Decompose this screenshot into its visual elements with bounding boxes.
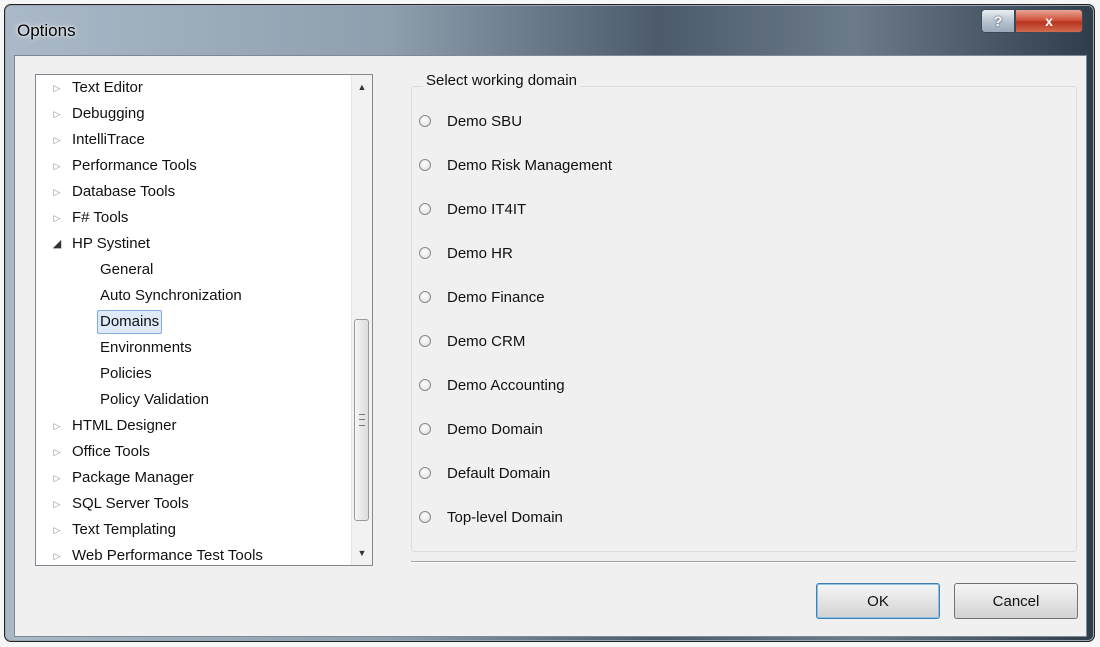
expand-arrow-icon[interactable]: ▷ xyxy=(51,179,63,205)
tree-item-label: HTML Designer xyxy=(72,417,177,434)
ok-label: OK xyxy=(867,592,889,610)
tree-item-label: Web Performance Test Tools xyxy=(72,547,263,564)
cancel-button[interactable]: Cancel xyxy=(954,583,1078,619)
domain-option-label: Top-level Domain xyxy=(447,508,563,526)
radio-button[interactable] xyxy=(419,159,431,171)
title-bar[interactable]: Options ? x xyxy=(5,5,1094,55)
expand-arrow-icon[interactable]: ▷ xyxy=(51,153,63,179)
domain-option-label: Default Domain xyxy=(447,464,551,482)
scroll-up-button[interactable]: ▲ xyxy=(352,77,372,97)
collapse-arrow-icon[interactable]: ◢ xyxy=(51,231,63,257)
tree-item-label: Environments xyxy=(100,339,192,356)
tree-item-label: Database Tools xyxy=(72,183,176,200)
tree-item-label: HP Systinet xyxy=(72,235,151,252)
domain-option-label: Demo IT4IT xyxy=(447,200,527,218)
scroll-down-button[interactable]: ▼ xyxy=(352,543,372,563)
tree-item-label: Policy Validation xyxy=(100,391,209,408)
expand-arrow-icon[interactable]: ▷ xyxy=(51,517,63,543)
domain-option[interactable]: Demo HR xyxy=(419,240,513,266)
radio-button[interactable] xyxy=(419,335,431,347)
radio-button[interactable] xyxy=(419,379,431,391)
expand-arrow-icon[interactable]: ▷ xyxy=(51,491,63,517)
expand-arrow-icon[interactable]: ▷ xyxy=(51,127,63,153)
radio-button[interactable] xyxy=(419,423,431,435)
tree-item-label: Debugging xyxy=(72,105,145,122)
options-tree[interactable]: ▷ Text Editor ▷ Debugging ▷ IntelliTrace ▷ Perf… xyxy=(35,74,373,566)
domain-option[interactable]: Demo Accounting xyxy=(419,372,565,398)
radio-button[interactable] xyxy=(419,115,431,127)
tree-item-label: IntelliTrace xyxy=(72,131,145,148)
tree-item-label: Domains xyxy=(97,310,163,334)
dialog-body: ▷ Text Editor ▷ Debugging ▷ IntelliTrace ▷ Perf… xyxy=(14,55,1087,637)
domain-option[interactable]: Demo SBU xyxy=(419,108,522,134)
expand-arrow-icon[interactable]: ▷ xyxy=(51,75,63,101)
close-icon: x xyxy=(1045,13,1053,29)
domain-option-label: Demo CRM xyxy=(447,332,526,350)
domain-option-label: Demo Finance xyxy=(447,288,545,306)
domain-option[interactable]: Demo CRM xyxy=(419,328,525,354)
tree-item-label: Office Tools xyxy=(72,443,150,460)
tree-item-label: Auto Synchronization xyxy=(100,287,242,304)
separator xyxy=(411,561,1076,563)
close-button[interactable]: x xyxy=(1015,9,1083,33)
expand-arrow-icon[interactable]: ▷ xyxy=(51,101,63,127)
domain-option-label: Demo SBU xyxy=(447,112,523,130)
domain-option-label: Demo Accounting xyxy=(447,376,565,394)
options-dialog: Options ? x ▷ Text Editor ▷ Debugging ▷ Intel… xyxy=(4,4,1095,642)
radio-button[interactable] xyxy=(419,247,431,259)
domain-option[interactable]: Demo IT4IT xyxy=(419,196,526,222)
tree-item-label: General xyxy=(100,261,154,278)
help-button[interactable]: ? xyxy=(981,9,1015,33)
help-icon: ? xyxy=(993,13,1003,29)
expand-arrow-icon[interactable]: ▷ xyxy=(51,543,63,565)
radio-button[interactable] xyxy=(419,467,431,479)
domain-option-label: Demo Domain xyxy=(447,420,543,438)
expand-arrow-icon[interactable]: ▷ xyxy=(51,413,63,439)
expand-arrow-icon[interactable]: ▷ xyxy=(51,439,63,465)
domain-option[interactable]: Demo Risk Management xyxy=(419,152,612,178)
domain-option[interactable]: Demo Domain xyxy=(419,416,543,442)
cancel-label: Cancel xyxy=(992,592,1040,610)
domain-option-label: Demo HR xyxy=(447,244,513,262)
tree-item-label: Text Editor xyxy=(72,79,143,96)
radio-button[interactable] xyxy=(419,203,431,215)
tree-item-label: F# Tools xyxy=(72,209,129,226)
tree-scrollbar[interactable]: ▲ ▼ xyxy=(351,75,372,565)
domain-option-label: Demo Risk Management xyxy=(447,156,613,174)
expand-arrow-icon[interactable]: ▷ xyxy=(51,205,63,231)
radio-button[interactable] xyxy=(419,291,431,303)
tree-item-label: Performance Tools xyxy=(72,157,197,174)
radio-button[interactable] xyxy=(419,511,431,523)
domain-option[interactable]: Demo Finance xyxy=(419,284,545,310)
domain-option[interactable]: Default Domain xyxy=(419,460,550,486)
tree-item-label: Package Manager xyxy=(72,469,194,486)
tree-item-label: SQL Server Tools xyxy=(72,495,189,512)
grip-icon xyxy=(359,414,365,426)
scroll-thumb[interactable] xyxy=(354,319,369,521)
triangle-up-icon: ▲ xyxy=(357,82,367,92)
triangle-down-icon: ▼ xyxy=(357,548,367,558)
expand-arrow-icon[interactable]: ▷ xyxy=(51,465,63,491)
domain-group-label: Select working domain xyxy=(423,72,580,89)
tree-item-label: Policies xyxy=(100,365,152,382)
ok-button[interactable]: OK xyxy=(816,583,940,619)
window-title: Options xyxy=(17,21,76,40)
domain-option[interactable]: Top-level Domain xyxy=(419,504,563,530)
tree-item-label: Text Templating xyxy=(72,521,176,538)
